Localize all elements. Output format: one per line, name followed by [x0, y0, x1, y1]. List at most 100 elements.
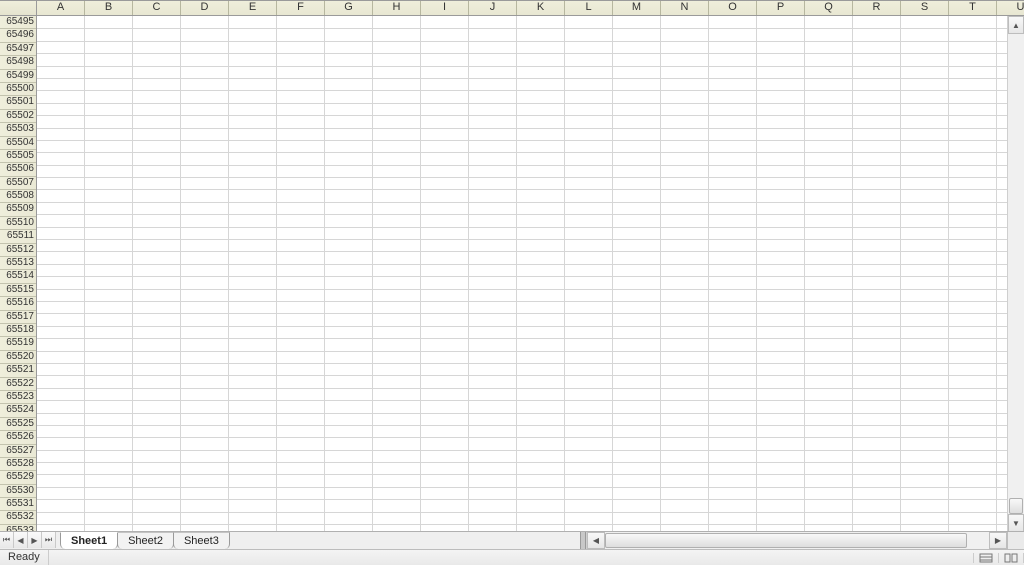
cell[interactable]	[325, 78, 373, 91]
cell[interactable]	[517, 276, 565, 289]
cell[interactable]	[325, 214, 373, 227]
cell[interactable]	[997, 425, 1007, 438]
cell[interactable]	[37, 487, 85, 500]
cell[interactable]	[901, 90, 949, 103]
cell[interactable]	[517, 16, 565, 29]
cell[interactable]	[229, 115, 277, 128]
cell[interactable]	[805, 351, 853, 364]
row-header[interactable]: 65532	[0, 511, 36, 524]
cell[interactable]	[949, 28, 997, 41]
cell[interactable]	[37, 338, 85, 351]
cell[interactable]	[805, 363, 853, 376]
cell[interactable]	[901, 487, 949, 500]
cell[interactable]	[949, 140, 997, 153]
cell[interactable]	[853, 375, 901, 388]
cell[interactable]	[229, 462, 277, 475]
cell[interactable]	[997, 177, 1007, 190]
cell[interactable]	[229, 289, 277, 302]
cell[interactable]	[613, 152, 661, 165]
cell[interactable]	[37, 313, 85, 326]
cell[interactable]	[853, 413, 901, 426]
cell[interactable]	[421, 214, 469, 227]
cell[interactable]	[997, 239, 1007, 252]
cell[interactable]	[565, 474, 613, 487]
cell[interactable]	[277, 326, 325, 339]
cell[interactable]	[229, 239, 277, 252]
cell[interactable]	[757, 462, 805, 475]
cell[interactable]	[325, 512, 373, 525]
cell[interactable]	[469, 53, 517, 66]
cell[interactable]	[517, 90, 565, 103]
cell[interactable]	[709, 413, 757, 426]
cell[interactable]	[133, 512, 181, 525]
cell[interactable]	[469, 264, 517, 277]
cell[interactable]	[373, 413, 421, 426]
cell[interactable]	[901, 78, 949, 91]
row-header[interactable]: 65519	[0, 337, 36, 350]
cell[interactable]	[517, 512, 565, 525]
cell[interactable]	[181, 363, 229, 376]
cell[interactable]	[469, 251, 517, 264]
cell[interactable]	[469, 78, 517, 91]
cell[interactable]	[565, 512, 613, 525]
cell[interactable]	[421, 66, 469, 79]
cell[interactable]	[901, 301, 949, 314]
cell[interactable]	[325, 499, 373, 512]
cell[interactable]	[85, 524, 133, 531]
row-header[interactable]: 65512	[0, 244, 36, 257]
cell[interactable]	[277, 313, 325, 326]
cell[interactable]	[997, 115, 1007, 128]
cell[interactable]	[661, 524, 709, 531]
cell[interactable]	[325, 388, 373, 401]
cell[interactable]	[229, 437, 277, 450]
cell[interactable]	[181, 462, 229, 475]
cell[interactable]	[661, 499, 709, 512]
cell[interactable]	[469, 462, 517, 475]
cell[interactable]	[37, 413, 85, 426]
cell[interactable]	[565, 227, 613, 240]
cell[interactable]	[421, 338, 469, 351]
row-header[interactable]: 65528	[0, 458, 36, 471]
cell[interactable]	[85, 487, 133, 500]
cell[interactable]	[421, 474, 469, 487]
cell[interactable]	[661, 41, 709, 54]
cell[interactable]	[325, 425, 373, 438]
horizontal-scroll-track[interactable]	[605, 532, 989, 549]
cell[interactable]	[85, 90, 133, 103]
cell[interactable]	[181, 251, 229, 264]
row-header[interactable]: 65522	[0, 378, 36, 391]
cell[interactable]	[613, 90, 661, 103]
cell[interactable]	[757, 338, 805, 351]
cell[interactable]	[373, 189, 421, 202]
cell[interactable]	[805, 375, 853, 388]
cell[interactable]	[709, 103, 757, 116]
cell[interactable]	[133, 53, 181, 66]
cell[interactable]	[709, 326, 757, 339]
cell[interactable]	[373, 214, 421, 227]
cell[interactable]	[661, 189, 709, 202]
cell[interactable]	[469, 214, 517, 227]
cell[interactable]	[277, 388, 325, 401]
cell[interactable]	[997, 437, 1007, 450]
cell[interactable]	[613, 128, 661, 141]
cell[interactable]	[949, 90, 997, 103]
cell[interactable]	[181, 16, 229, 29]
column-header[interactable]: H	[373, 1, 421, 15]
cell[interactable]	[37, 462, 85, 475]
cell[interactable]	[85, 264, 133, 277]
cell[interactable]	[37, 474, 85, 487]
cell[interactable]	[661, 16, 709, 29]
cell[interactable]	[325, 202, 373, 215]
cell[interactable]	[661, 53, 709, 66]
cell[interactable]	[949, 165, 997, 178]
cell[interactable]	[133, 115, 181, 128]
cell[interactable]	[901, 499, 949, 512]
cell[interactable]	[613, 66, 661, 79]
cell[interactable]	[85, 313, 133, 326]
cell[interactable]	[517, 437, 565, 450]
cell[interactable]	[901, 28, 949, 41]
cell[interactable]	[901, 413, 949, 426]
column-header[interactable]: B	[85, 1, 133, 15]
cell[interactable]	[133, 189, 181, 202]
cell[interactable]	[757, 499, 805, 512]
